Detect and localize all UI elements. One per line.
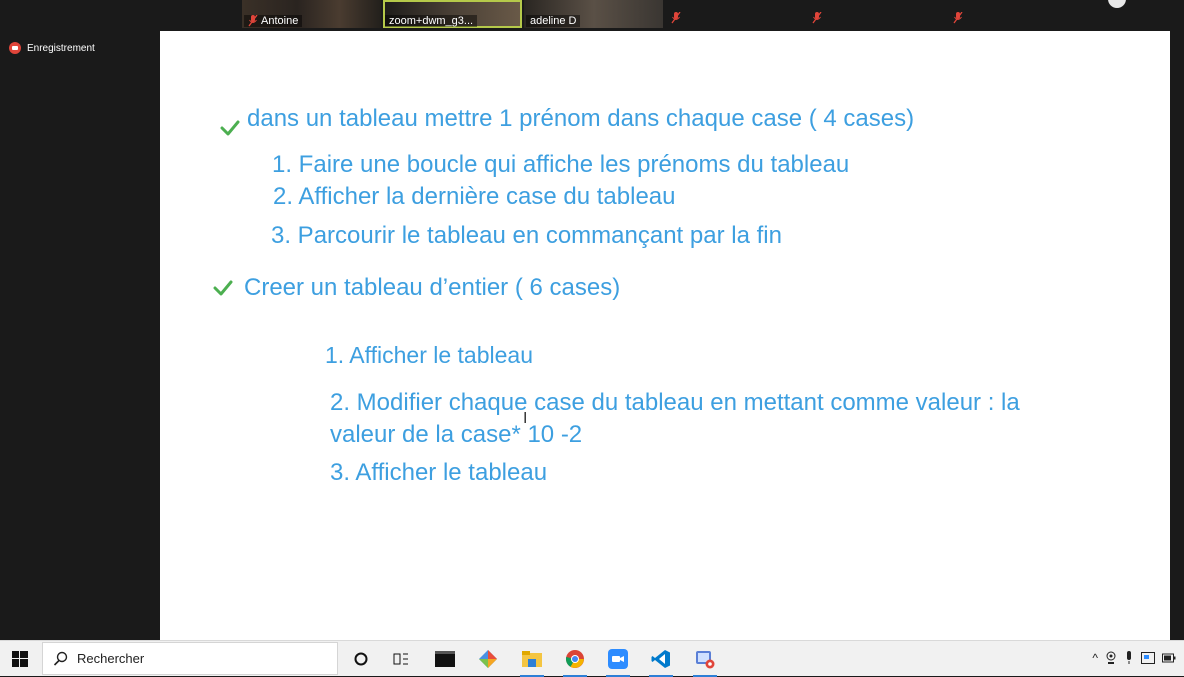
recording-indicator[interactable]: Enregistrement: [9, 42, 95, 54]
webcam-icon[interactable]: [1105, 651, 1117, 665]
text-cursor-icon: I: [523, 409, 528, 427]
snip-tool-icon: [696, 651, 715, 669]
recording-label: Enregistrement: [27, 42, 95, 54]
mic-muted-icon: [812, 12, 822, 24]
snip-tool-app-button[interactable]: [691, 647, 719, 677]
participant-label: adeline D: [526, 15, 581, 27]
search-placeholder: Rechercher: [77, 651, 145, 666]
participant-name: zoom+dwm_g3...: [389, 15, 474, 27]
chrome-app-button[interactable]: [561, 647, 589, 677]
participant-tile-antoine[interactable]: Antoine: [242, 0, 381, 28]
search-input[interactable]: Rechercher: [42, 642, 338, 675]
vscode-app-button[interactable]: [647, 647, 675, 677]
participant-name: Antoine: [261, 15, 299, 27]
participant-name: adeline D: [530, 15, 577, 27]
microphone-icon[interactable]: [1124, 651, 1134, 665]
slide-line: Creer un tableau d’entier ( 6 cases): [244, 274, 621, 301]
slide-line: 3. Afficher le tableau: [330, 459, 548, 486]
slide-line: dans un tableau mettre 1 prénom dans cha…: [247, 105, 915, 132]
participant-tile-zoom[interactable]: zoom+dwm_g3...: [383, 0, 522, 28]
mic-muted-icon: [671, 12, 681, 24]
zoom-app-button[interactable]: [604, 647, 632, 677]
windows-taskbar: Rechercher ^: [0, 640, 1184, 677]
participant-label: Antoine: [244, 15, 303, 27]
slide-line: 2. Afficher la dernière case du tableau: [273, 183, 676, 210]
terminal-icon: [435, 651, 455, 667]
slide-line: valeur de la case* 10 -2: [330, 421, 583, 448]
screen-share-icon[interactable]: [1141, 652, 1155, 664]
system-tray: ^: [1092, 651, 1176, 665]
avatar[interactable]: [1108, 0, 1126, 8]
git-icon: [479, 650, 497, 668]
slide-line: 2. Modifier chaque case du tableau en me…: [330, 389, 1020, 416]
chevron-up-icon[interactable]: ^: [1092, 651, 1098, 665]
slide-line: 1. Faire une boucle qui affiche les prén…: [272, 151, 850, 178]
shared-screen-slide: dans un tableau mettre 1 prénom dans cha…: [160, 31, 1170, 640]
battery-icon[interactable]: [1162, 653, 1176, 663]
search-icon: [53, 651, 68, 666]
participant-label: zoom+dwm_g3...: [385, 15, 478, 27]
terminal-app-button[interactable]: [431, 647, 459, 671]
mic-muted-icon: [248, 15, 258, 27]
slide-line: 3. Parcourir le tableau en commançant pa…: [271, 222, 782, 249]
slide-line: 1. Afficher le tableau: [325, 342, 533, 368]
task-view-icon: [393, 653, 408, 665]
checkmark-icon: [220, 120, 240, 136]
participant-strip: Antoine zoom+dwm_g3... adeline D: [0, 0, 1184, 30]
cortana-icon: [354, 652, 368, 666]
chrome-icon: [565, 650, 584, 668]
zoom-icon: [608, 649, 628, 669]
mic-muted-icon: [953, 12, 963, 24]
record-icon: [9, 42, 21, 54]
checkmark-icon: [213, 280, 233, 296]
task-view-button[interactable]: [387, 647, 415, 671]
git-app-button[interactable]: [474, 647, 502, 671]
windows-start-icon[interactable]: [12, 651, 28, 667]
file-explorer-button[interactable]: [518, 647, 546, 677]
cortana-button[interactable]: [347, 647, 375, 671]
folder-icon: [522, 651, 542, 667]
participant-tile-adeline[interactable]: adeline D: [524, 0, 663, 28]
vscode-icon: [651, 650, 670, 668]
